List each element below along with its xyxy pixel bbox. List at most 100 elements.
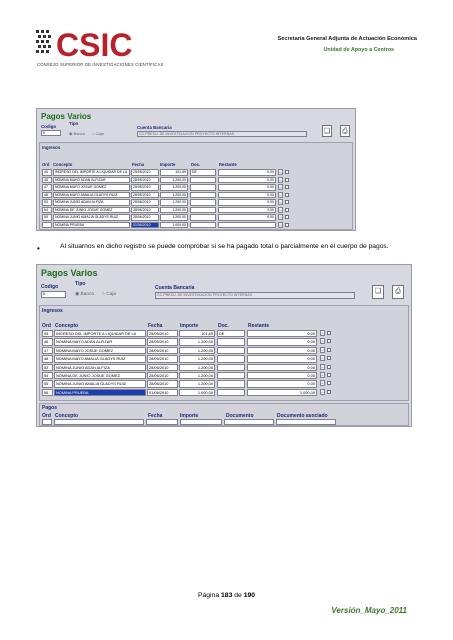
paste-icon[interactable]: ❏ <box>372 285 384 299</box>
concepto-cell[interactable]: NOMINA MAYO JOSUE GOMEZ <box>53 184 130 191</box>
ord-cell[interactable]: 46 <box>42 338 53 346</box>
fecha-cell[interactable]: 28/06/2010 <box>147 363 178 371</box>
fecha-cell[interactable]: 28/06/2010 <box>131 206 159 213</box>
concepto-cell[interactable]: NOMINA JUNIO AMALIA GLADYS RUIZ <box>54 380 146 388</box>
lookup-button[interactable]: ... <box>320 363 325 370</box>
ord-cell[interactable]: 53 <box>42 199 52 206</box>
fecha-cell[interactable]: 01/06/2010 <box>131 221 159 228</box>
restante-cell[interactable]: 0,00 <box>218 184 276 191</box>
lookup-button[interactable]: ... <box>320 388 325 395</box>
doc-cell[interactable] <box>190 199 216 206</box>
fecha-cell[interactable]: 28/06/2010 <box>147 372 178 380</box>
codigo-field[interactable]: 5 <box>41 130 61 136</box>
lookup-button[interactable]: ... <box>278 169 283 175</box>
row-checkbox[interactable] <box>327 389 331 394</box>
concepto-cell[interactable]: INGRESO DEL IMPORTE A LIQUIDAR DE LA <box>53 169 130 176</box>
fecha-cell[interactable]: 28/06/2010 <box>131 199 159 206</box>
fecha-cell[interactable]: 28/05/2010 <box>131 184 159 191</box>
importe-cell[interactable]: 1.200,00 <box>179 363 215 371</box>
lookup-button[interactable]: ... <box>320 346 325 353</box>
fecha-cell[interactable]: 28/05/2010 <box>131 176 159 183</box>
restante-cell[interactable]: 0,00 <box>247 380 317 388</box>
row-checkbox[interactable] <box>285 192 289 197</box>
ord-cell[interactable]: 56 <box>42 388 53 397</box>
importe-cell[interactable]: 1.000,00 <box>160 221 188 228</box>
doc-cell[interactable] <box>190 191 216 198</box>
restante-cell[interactable]: 0,00 <box>218 191 276 198</box>
row-checkbox[interactable] <box>327 373 331 377</box>
codigo-field[interactable]: 5 <box>41 291 66 298</box>
importe-cell[interactable]: 1.200,00 <box>160 176 188 183</box>
restante-cell[interactable]: 0,00 <box>218 199 276 206</box>
importe-cell[interactable]: 1.200,00 <box>160 191 188 198</box>
row-checkbox[interactable] <box>285 222 289 227</box>
importe-cell[interactable]: 1.200,00 <box>160 184 188 191</box>
restante-cell[interactable]: 0,00 <box>247 338 317 346</box>
doc-cell[interactable] <box>217 355 245 363</box>
radio-caja[interactable]: ○ Caja <box>102 292 116 297</box>
restante-cell[interactable]: 0,00 <box>218 214 276 221</box>
fecha-cell[interactable]: 28/06/2010 <box>131 214 159 221</box>
doc-cell[interactable] <box>217 346 245 355</box>
concepto-cell[interactable]: NOMINA MAYO JOSUE GOMEZ <box>54 346 146 355</box>
pago-documento-field[interactable] <box>224 419 274 425</box>
doc-cell[interactable] <box>217 380 245 388</box>
importe-cell[interactable]: 101,69 <box>179 330 215 338</box>
importe-cell[interactable]: 1.200,00 <box>179 355 215 363</box>
radio-banco[interactable]: ◉ Banco <box>69 131 85 136</box>
lookup-button[interactable]: ... <box>278 176 283 183</box>
restante-cell[interactable]: 0,00 <box>247 330 317 338</box>
pago-fecha-field[interactable] <box>146 419 178 425</box>
restante-cell[interactable]: 0,00 <box>218 169 276 176</box>
lookup-button[interactable]: ... <box>278 191 283 198</box>
lookup-button[interactable]: ... <box>278 221 283 228</box>
doc-cell[interactable] <box>217 372 245 380</box>
ord-cell[interactable]: 55 <box>42 214 52 221</box>
concepto-cell[interactable]: NOMINA JUNIO ADAN ALFIZA <box>54 363 146 371</box>
lookup-button[interactable]: ... <box>278 206 283 213</box>
pago-ord-field[interactable] <box>42 419 52 425</box>
row-checkbox[interactable] <box>327 339 331 344</box>
ord-cell[interactable]: 53 <box>42 363 53 371</box>
doc-cell[interactable]: DE <box>217 330 245 338</box>
row-checkbox[interactable] <box>327 356 331 361</box>
concepto-cell[interactable]: NOMINA MAYO AMALIA GLADYS RUIZ <box>53 191 130 198</box>
concepto-cell[interactable]: NOMINA PRUEBA <box>53 221 130 228</box>
concepto-cell[interactable]: NOMINA JUNIO ADAN ALFIZA <box>53 199 130 206</box>
concepto-cell[interactable]: NOMINA MAYO ADAN ALFIZAR <box>53 176 130 183</box>
radio-caja[interactable]: ○ Caja <box>92 131 104 136</box>
lookup-button[interactable]: ... <box>320 330 325 336</box>
doc-cell[interactable] <box>217 338 245 346</box>
concepto-cell[interactable]: NOMINA PRUEBA <box>54 388 146 397</box>
lookup-button[interactable]: ... <box>320 380 325 387</box>
pago-concepto-field[interactable] <box>54 419 144 425</box>
lookup-button[interactable]: ... <box>320 355 325 362</box>
fecha-cell[interactable]: 28/05/2010 <box>147 355 178 363</box>
lookup-button[interactable]: ... <box>320 338 325 345</box>
restante-cell[interactable]: 1.000,00 <box>247 388 317 397</box>
doc-cell[interactable] <box>217 363 245 371</box>
doc-cell[interactable] <box>190 176 216 183</box>
ord-cell[interactable]: 45 <box>42 330 53 338</box>
row-checkbox[interactable] <box>285 215 289 219</box>
row-checkbox[interactable] <box>285 170 289 174</box>
ord-cell[interactable]: 55 <box>42 380 53 388</box>
fecha-cell[interactable]: 25/05/2010 <box>147 330 178 338</box>
ord-cell[interactable]: 54 <box>42 206 52 213</box>
ord-cell[interactable] <box>42 221 52 228</box>
importe-cell[interactable]: 1.000,00 <box>179 388 215 397</box>
row-checkbox[interactable] <box>285 207 289 212</box>
radio-banco[interactable]: ◉ Banco <box>75 292 94 297</box>
restante-cell[interactable] <box>218 221 276 228</box>
restante-cell[interactable]: 0,00 <box>247 355 317 363</box>
restante-cell[interactable]: 0,00 <box>247 346 317 355</box>
doc-cell[interactable]: DE <box>190 169 216 176</box>
ord-cell[interactable]: 54 <box>42 372 53 380</box>
ord-cell[interactable]: 48 <box>42 355 53 363</box>
importe-cell[interactable]: 101,69 <box>160 169 188 176</box>
row-checkbox[interactable] <box>285 200 289 204</box>
row-checkbox[interactable] <box>285 185 289 189</box>
importe-cell[interactable]: 1.200,00 <box>179 372 215 380</box>
row-checkbox[interactable] <box>327 364 331 369</box>
row-checkbox[interactable] <box>285 177 289 182</box>
